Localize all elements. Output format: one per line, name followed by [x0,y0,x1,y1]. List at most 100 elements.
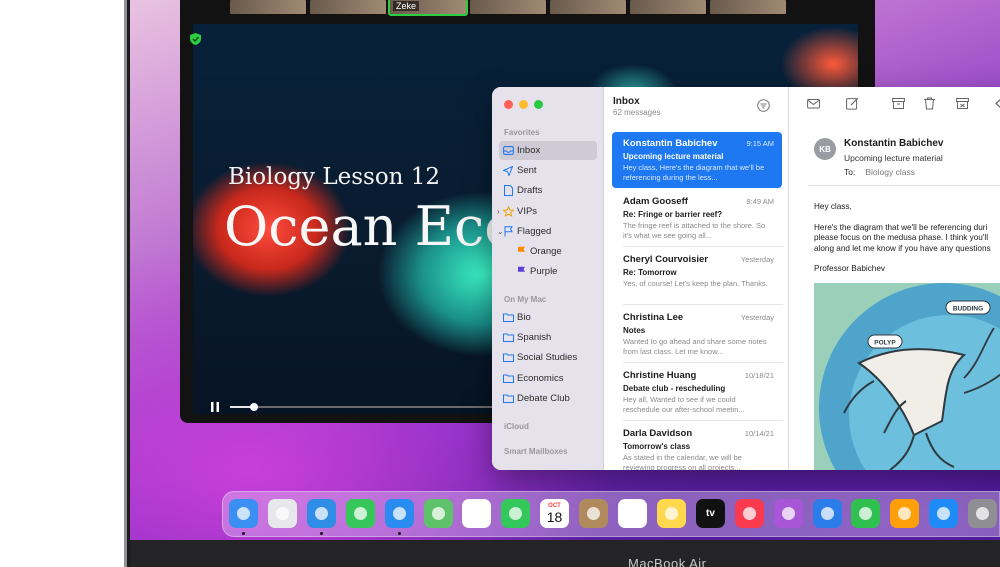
compose-envelope-icon[interactable] [807,97,820,110]
notes-icon[interactable] [657,499,686,528]
sidebar-item-label: Drafts [517,185,543,196]
to-label: To: [844,167,856,177]
message-row[interactable]: Darla Davidson 10/14/21 Tomorrow's class … [612,422,782,470]
sidebar-item-debate-club[interactable]: Debate Club [499,389,597,408]
facetime-icon[interactable] [501,499,530,528]
junk-icon[interactable] [956,97,969,110]
message-date: 8:49 AM [746,197,774,206]
icloud-section-label: iCloud [504,422,529,431]
body-line: Here's the diagram that we'll be referen… [814,222,988,232]
message-row[interactable]: Konstantin Babichev 9:15 AM Upcoming lect… [612,132,782,188]
close-window-button[interactable] [504,100,513,109]
body-line: along and let me know if you have any qu… [814,243,991,253]
device-label: MacBook Air [628,556,707,567]
diagram-label: BUDDING [953,306,983,313]
message-subject: Upcoming lecture material [623,152,724,161]
new-message-icon[interactable] [846,97,859,110]
running-indicator [398,532,401,535]
system-preferences-icon[interactable] [968,499,997,528]
safari-icon[interactable] [307,499,336,528]
recipient-name[interactable]: Biology class [865,167,915,177]
system-preferences-icon-glyph [976,507,989,520]
filter-icon[interactable] [757,99,770,112]
favorites-section-label: Favorites [504,128,540,137]
playback-scrubber[interactable] [230,403,498,411]
pages-icon[interactable] [890,499,919,528]
diagram-label: POLYP [874,340,896,347]
body-line: Hey class, [814,202,852,211]
safari-icon-glyph [315,507,328,520]
sidebar-item-economics[interactable]: Economics [499,369,597,388]
message-sender: Adam Gooseff [623,196,688,207]
archive-icon[interactable] [892,97,905,110]
message-row[interactable]: Adam Gooseff 8:49 AM Re: Fringe or barrie… [612,190,782,246]
keynote-icon[interactable] [813,499,842,528]
sidebar-item-sent[interactable]: Sent [499,161,597,180]
chevron-right-icon[interactable]: › [497,207,500,216]
sidebar-item-spanish[interactable]: Spanish [499,328,597,347]
messages-icon[interactable] [346,499,375,528]
sidebar-item-drafts[interactable]: Drafts [499,181,597,200]
participant-tile[interactable] [310,0,386,14]
numbers-icon[interactable] [851,499,880,528]
participant-tile[interactable] [630,0,706,14]
message-preview: As stated in the calendar, we will be re… [623,453,742,470]
trash-icon[interactable] [923,97,936,110]
contacts-icon[interactable] [579,499,608,528]
photos-icon[interactable] [462,499,491,528]
reader-subject: Upcoming lecture material [844,153,943,163]
sidebar-item-inbox[interactable]: Inbox [499,141,597,160]
calendar-day: 18 [546,509,563,525]
participant-tile[interactable] [230,0,306,14]
sidebar-item-bio[interactable]: Bio [499,308,597,327]
sidebar-item-label: Spanish [517,332,552,343]
zoom-window-button[interactable] [534,100,543,109]
music-icon[interactable] [735,499,764,528]
message-row[interactable]: Christina Lee Yesterday Notes Wanted to g… [612,306,782,362]
launchpad-icon[interactable] [268,499,297,528]
notes-icon-glyph [665,507,678,520]
maps-icon[interactable] [424,499,453,528]
message-date: 9:15 AM [746,139,774,148]
reminders-icon[interactable] [618,499,647,528]
mail-icon[interactable] [385,499,414,528]
participant-name: Zeke [393,1,420,11]
message-list: Inbox 62 messages Konstantin Babichev 9:1… [605,87,789,470]
minimize-window-button[interactable] [519,100,528,109]
sidebar-item-label: Social Studies [517,352,578,363]
pause-icon[interactable] [211,402,219,412]
participant-tile[interactable] [470,0,546,14]
numbers-icon-glyph [859,507,872,520]
reply-icon[interactable] [995,97,1000,110]
participant-tile-active[interactable]: Zeke [388,0,468,16]
photos-icon-glyph [470,507,483,520]
tv-icon[interactable]: tv [696,499,725,528]
sidebar-item-flagged[interactable]: ⌄ Flagged [497,222,597,241]
message-subject: Re: Fringe or barrier reef? [623,210,723,219]
chevron-down-icon[interactable]: ⌄ [497,227,504,236]
participant-tile[interactable] [550,0,626,14]
divider [623,246,783,247]
body-line: Professor Babichev [814,264,885,273]
app-store-icon[interactable] [929,499,958,528]
music-icon-glyph [743,507,756,520]
maps-icon-glyph [432,507,445,520]
inbox-icon [499,146,517,155]
finder-icon[interactable] [229,499,258,528]
sidebar-item-social-studies[interactable]: Social Studies [499,348,597,367]
message-sender: Konstantin Babichev [623,138,718,149]
folder-icon [499,394,517,403]
podcasts-icon[interactable] [774,499,803,528]
flag-icon [512,266,530,277]
participant-tile[interactable] [710,0,786,14]
sidebar-item-vips[interactable]: › VIPs [497,202,597,221]
calendar-icon[interactable]: OCT 18 [540,499,569,528]
message-subject: Debate club - rescheduling [623,384,726,393]
sidebar-item-purple-flag[interactable]: Purple [512,262,597,281]
message-row[interactable]: Cheryl Courvoisier Yesterday Re: Tomorrow… [612,248,782,304]
message-preview: The fringe reef is attached to the shore… [623,221,766,240]
message-row[interactable]: Christine Huang 10/18/21 Debate club - re… [612,364,782,420]
diagram-attachment[interactable]: BUDDING POLYP [814,283,1000,470]
sidebar-item-orange-flag[interactable]: Orange [512,242,597,261]
sidebar-item-label: VIPs [517,206,538,217]
